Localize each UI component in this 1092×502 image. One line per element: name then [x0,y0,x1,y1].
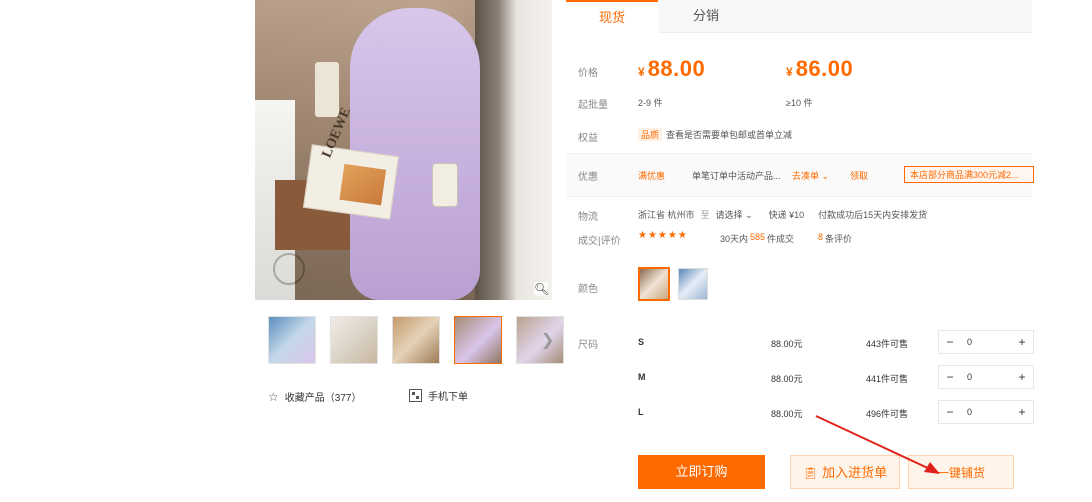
store-coupon-pill[interactable]: 本店部分商品满300元减2... [904,166,1034,183]
minus-button[interactable]: − [939,370,961,384]
currency-symbol: ¥ [786,65,793,79]
thumbnail-strip [268,316,564,364]
service-label: 权益 [578,133,598,144]
offer-tabs: 现货 分销 [566,0,1032,34]
promo-description: 单笔订单中活动产品... [692,171,781,181]
plus-button[interactable]: + [1011,370,1033,384]
deal-prefix: 30天内 [720,234,749,244]
quality-badge: 品质 [638,128,663,141]
one-click-distribute-button[interactable]: 一键铺货 [908,455,1014,489]
size-row-m: M 88.00元 441件可售 − 0 + [566,364,1034,390]
shipping-row: 浙江省 杭州市 至 请选择 ⌄ 快递 ¥10 付款成功后15天内安排发货 [638,208,927,221]
moq-label: 起批量 [578,100,608,111]
minus-button[interactable]: − [939,335,961,349]
deal-suffix: 件成交 [767,234,795,244]
thumbnail-2[interactable] [330,316,378,364]
tab-in-stock[interactable]: 现货 [566,0,658,34]
size-name: L [638,407,644,417]
chevron-down-icon: ⌄ [821,171,830,181]
mobile-order-link[interactable]: 手机下单 [409,388,468,403]
review-suffix: 条评价 [825,234,853,244]
review-number: 8 [818,232,824,242]
photo-curtain [475,0,552,300]
thumbnail-3[interactable] [392,316,440,364]
quantity-input[interactable]: 0 [961,372,1011,382]
shipping-note: 付款成功后15天内安排发货 [818,210,928,220]
star-outline-icon: ☆ [268,389,279,404]
size-price: 88.00元 [771,409,803,419]
tier-2-quantity: ≥10 件 [786,98,813,108]
main-product-image[interactable]: LOEWE 🔍︎ [255,0,552,300]
quantity-stepper: − 0 + [938,400,1034,424]
size-stock: 443件可售 [866,339,909,349]
service-text: 查看是否需要单包邮或首单立减 [666,130,793,140]
color-label: 颜色 [578,284,598,295]
deal-count: 30天内 585 件成交 [720,232,794,245]
zoom-icon[interactable]: 🔍︎ [534,282,549,296]
size-name: M [638,372,646,382]
clipboard-icon: 📋︎ [802,466,819,480]
more-deals-link[interactable]: 去凑单 ⌄ [792,169,829,182]
size-name: S [638,337,645,347]
price-tier-1: ¥88.00 [638,56,705,82]
photo-bag [432,163,458,207]
mobile-order-label: 手机下单 [428,392,468,403]
thumbnail-4[interactable] [454,316,502,364]
currency-symbol: ¥ [638,65,645,79]
photo-lamp [315,62,339,117]
review-count-link[interactable]: 8 条评价 [818,232,852,245]
size-stock: 441件可售 [866,374,909,384]
size-row-l: L 88.00元 496件可售 − 0 + [566,399,1034,425]
rating-stars-icon: ★★★★★ [638,230,688,241]
coupon-tag: 满优惠 [638,171,666,181]
more-deals-label: 去凑单 [792,171,820,181]
quantity-stepper: − 0 + [938,330,1034,354]
order-now-button[interactable]: 立即订购 [638,455,765,489]
shipping-fee: 快递 ¥10 [768,210,805,220]
chevron-down-icon: ⌄ [745,210,753,220]
price-label: 价格 [578,68,598,79]
add-to-cart-button[interactable]: 📋︎ 加入进货单 [790,455,900,489]
photo-magazine: LOEWE [302,106,400,220]
price-tier-2: ¥86.00 [786,56,853,82]
shipping-label: 物流 [578,212,598,223]
tier-1-quantity: 2-9 件 [638,98,663,108]
size-stock: 496件可售 [866,409,909,419]
qr-code-icon [409,389,422,402]
price-value: 88.00 [647,56,706,81]
video-play-icon[interactable] [273,253,305,285]
size-price: 88.00元 [771,374,803,384]
ship-to-prefix: 至 [700,210,710,220]
voucher-tag[interactable]: 领取 [850,169,868,182]
service-row[interactable]: 品质 查看是否需要单包邮或首单立减 [638,128,792,141]
add-to-cart-label: 加入进货单 [822,465,888,480]
promo-label: 优惠 [578,172,598,183]
plus-button[interactable]: + [1011,335,1033,349]
price-value: 86.00 [795,56,854,81]
size-price: 88.00元 [771,339,803,349]
deal-number: 585 [750,232,766,242]
color-swatch-1[interactable] [638,267,670,301]
magazine-cover-image [339,163,387,206]
quantity-input[interactable]: 0 [961,337,1011,347]
reviews-label: 成交|评价 [578,236,621,247]
chevron-right-icon[interactable]: ❯ [541,330,554,350]
thumbnail-5[interactable] [516,316,564,364]
ship-from: 浙江省 杭州市 [638,210,695,220]
quantity-stepper: − 0 + [938,365,1034,389]
ship-to-select[interactable]: 请选择 ⌄ [716,208,753,221]
ship-to-value: 请选择 [715,210,743,220]
favorite-label: 收藏产品（377） [284,393,362,404]
tab-distribution[interactable]: 分销 [666,0,746,32]
color-swatch-2[interactable] [678,268,708,300]
thumbnail-1[interactable] [268,316,316,364]
plus-button[interactable]: + [1011,405,1033,419]
minus-button[interactable]: − [939,405,961,419]
favorite-product-link[interactable]: ☆ 收藏产品（377） [268,389,362,405]
quantity-input[interactable]: 0 [961,407,1011,417]
size-row-s: S 88.00元 443件可售 − 0 + [566,329,1034,355]
